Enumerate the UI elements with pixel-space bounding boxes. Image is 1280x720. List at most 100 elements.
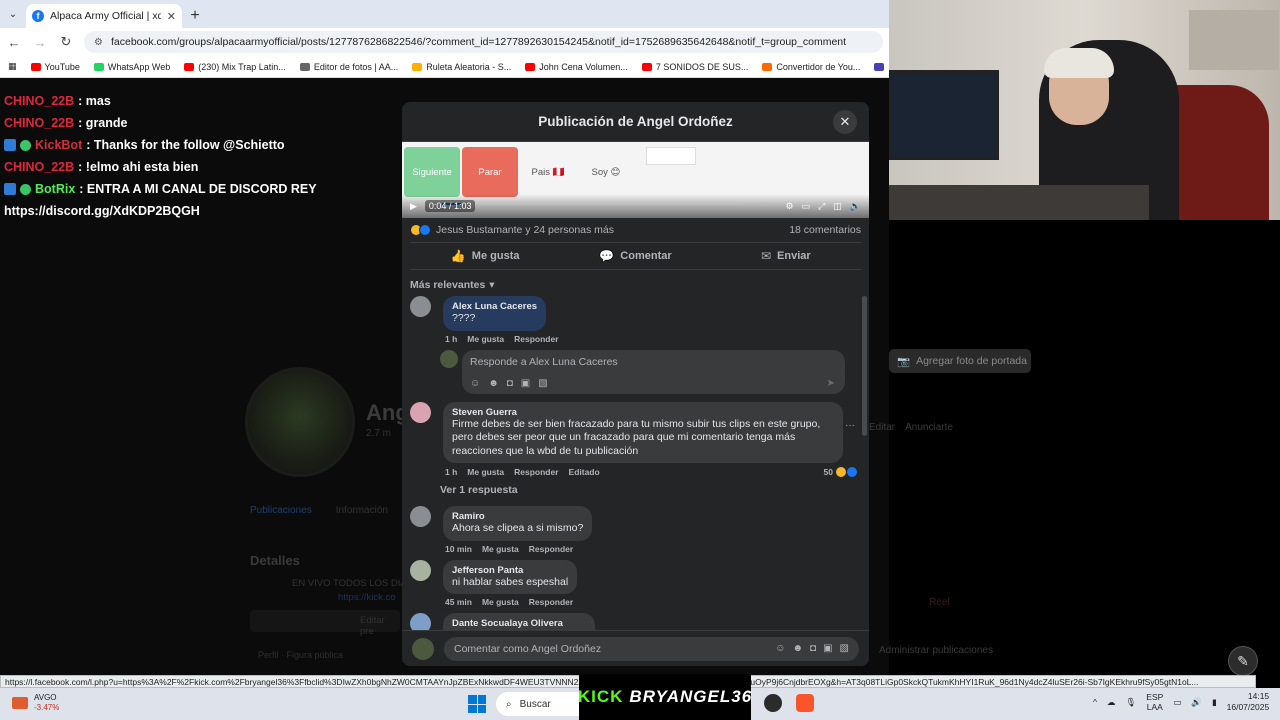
chat-message: CHINO_22B: grande: [4, 112, 404, 134]
comment-more-options-icon[interactable]: ···: [845, 420, 855, 431]
comment-author[interactable]: Alex Luna Caceres: [452, 301, 537, 312]
gif-icon[interactable]: ▣: [521, 378, 530, 389]
comment-reply-button[interactable]: Responder: [529, 597, 573, 607]
comments-count[interactable]: 18 comentarios: [789, 224, 861, 236]
view-replies-link[interactable]: Ver 1 respuesta: [402, 484, 855, 496]
settings-gear-icon[interactable]: ⚙: [785, 201, 793, 212]
new-message-fab[interactable]: ✎: [1228, 646, 1258, 676]
edit-details-button[interactable]: Editar pre: [250, 610, 400, 637]
pip-icon[interactable]: ◫: [833, 201, 842, 212]
network-icon[interactable]: ▭: [1173, 697, 1181, 708]
back-arrow-icon[interactable]: ←: [6, 35, 22, 50]
comment-author[interactable]: Jefferson Panta: [452, 565, 568, 576]
bookmark-item[interactable]: Eliminador de Voz y...: [874, 62, 889, 72]
comment-like-button[interactable]: Me gusta: [482, 597, 519, 607]
windows-start-icon[interactable]: [468, 695, 486, 713]
bookmark-item[interactable]: Convertidor de You...: [762, 62, 860, 72]
cloud-icon[interactable]: ☁: [1107, 697, 1116, 708]
comment-reaction-count[interactable]: 50: [824, 466, 858, 478]
play-icon[interactable]: ▶: [410, 201, 417, 212]
avatar-sticker-icon[interactable]: ☺: [470, 378, 480, 389]
new-tab-button[interactable]: +: [182, 4, 208, 28]
camera-icon[interactable]: ◘: [507, 378, 513, 389]
bookmark-item[interactable]: 7 SONIDOS DE SUS...: [641, 61, 749, 72]
details-link[interactable]: https://kick.co: [338, 592, 396, 603]
add-cover-photo-button[interactable]: 📷 Agregar foto de portada: [889, 349, 1031, 373]
comment-author[interactable]: Steven Guerra: [452, 407, 834, 418]
volume-icon[interactable]: 🔈: [850, 201, 861, 212]
like-button[interactable]: 👍 Me gusta: [410, 243, 560, 269]
emoji-icon[interactable]: ☻: [488, 378, 499, 389]
comment-author[interactable]: Dante Socualaya Olivera: [452, 618, 586, 629]
comment-button[interactable]: 💬 Comentar: [560, 243, 710, 269]
comment-avatar[interactable]: [410, 506, 431, 527]
thumbs-up-icon: 👍: [450, 249, 466, 263]
reactions-text[interactable]: Jesus Bustamante y 24 personas más: [436, 224, 789, 236]
camera-icon[interactable]: ◘: [810, 643, 816, 654]
reel-button[interactable]: Reel: [929, 597, 950, 608]
avatar-sticker-icon[interactable]: ☺: [775, 643, 785, 654]
edit-profile-button[interactable]: Editar: [869, 422, 895, 433]
video-time: 0:04 / 1:03: [424, 200, 476, 212]
profile-picture[interactable]: [245, 367, 355, 477]
bookmark-favicon-icon: [184, 62, 195, 71]
tab-list-chevron-icon[interactable]: ⌄: [0, 0, 26, 28]
comment-like-button[interactable]: Me gusta: [467, 467, 504, 477]
battery-icon[interactable]: ▮: [1212, 697, 1217, 708]
stock-widget[interactable]: AVGO -3.47%: [12, 693, 59, 713]
sticker-icon[interactable]: ▧: [840, 643, 849, 654]
bookmark-item[interactable]: (230) Mix Trap Latin...: [184, 62, 286, 72]
send-arrow-icon[interactable]: ➤: [827, 378, 835, 389]
composer-tools: ☺ ☻ ◘ ▣ ▧: [775, 643, 849, 654]
comment-author[interactable]: Ramiro: [452, 511, 583, 522]
clock[interactable]: 14:15 16/07/2025: [1227, 691, 1270, 713]
tray-chevron-up-icon[interactable]: ^: [1093, 697, 1097, 707]
sticker-icon[interactable]: ▧: [538, 378, 547, 389]
gif-icon[interactable]: ▣: [823, 643, 832, 654]
comment-like-button[interactable]: Me gusta: [482, 544, 519, 554]
comments-scrollbar[interactable]: [862, 296, 867, 436]
bookmark-label: 7 SONIDOS DE SUS...: [655, 61, 749, 72]
forward-arrow-icon[interactable]: →: [32, 35, 48, 50]
comment-reply-button[interactable]: Responder: [514, 334, 558, 344]
close-icon[interactable]: ✕: [833, 110, 857, 134]
bookmark-item[interactable]: Ruleta Aleatoria - S...: [412, 62, 511, 72]
comment-reply-button[interactable]: Responder: [514, 467, 558, 477]
tab-close-icon[interactable]: ✕: [167, 10, 176, 23]
bookmark-favicon-icon: [299, 62, 310, 71]
comment-like-button[interactable]: Me gusta: [467, 334, 504, 344]
browser-tab-active[interactable]: f Alpaca Army Official | xddddd ✕: [26, 4, 182, 28]
comment-avatar[interactable]: [410, 296, 431, 317]
comment-input[interactable]: Comentar como Angel Ordoñez ☺ ☻ ◘ ▣ ▧: [444, 636, 859, 661]
comment-avatar[interactable]: [410, 401, 431, 423]
bookmark-item[interactable]: YouTube: [30, 62, 80, 72]
obs-app-icon[interactable]: [764, 694, 782, 712]
fullscreen-icon[interactable]: ⤢: [818, 201, 825, 212]
comment-avatar[interactable]: [410, 559, 431, 581]
site-info-icon[interactable]: ⚙: [94, 37, 103, 48]
bookmark-item[interactable]: Editor de fotos | AA...: [299, 62, 398, 72]
emoji-icon[interactable]: ☻: [793, 643, 804, 654]
address-bar[interactable]: ⚙ facebook.com/groups/alpacaarmyofficial…: [84, 31, 883, 53]
tab-informacion[interactable]: Información: [336, 505, 388, 516]
captions-icon[interactable]: ▭: [802, 201, 811, 212]
language-indicator[interactable]: ESP LAA: [1146, 692, 1163, 712]
comment-sort-dropdown[interactable]: Más relevantes ▾: [402, 274, 869, 296]
advertise-button[interactable]: Anunciarte: [905, 422, 953, 433]
bookmark-item[interactable]: John Cena Volumen...: [525, 62, 628, 72]
microphone-icon[interactable]: 🎙: [1126, 697, 1137, 708]
comment-reply-button[interactable]: Responder: [529, 544, 573, 554]
manage-posts-button[interactable]: Administrar publicaciones: [879, 645, 993, 656]
apps-grid-icon[interactable]: ▦: [8, 61, 17, 72]
brave-browser-icon[interactable]: [796, 694, 814, 712]
comment-bubble: Ramiro Ahora se clipea a si mismo?: [443, 506, 593, 541]
speaker-icon[interactable]: 🔊: [1191, 697, 1202, 708]
tab-publicaciones[interactable]: Publicaciones: [250, 505, 312, 516]
stream-chat-overlay: CHINO_22B: mas CHINO_22B: grande KickBot: …: [4, 90, 404, 222]
video-player[interactable]: Siguiente Parar Pais 🇵🇪 Soy 😊 ▶ 0:04 / 1…: [402, 142, 869, 218]
send-button[interactable]: ✉ Enviar: [711, 243, 861, 269]
bookmark-item[interactable]: WhatsApp Web: [93, 62, 170, 72]
reply-input[interactable]: Responde a Alex Luna Caceres ☺ ☻ ◘ ▣ ▧ ➤: [440, 349, 845, 394]
reload-icon[interactable]: ↻: [58, 34, 74, 50]
reply-tools: ☺ ☻ ◘ ▣ ▧: [470, 378, 548, 389]
